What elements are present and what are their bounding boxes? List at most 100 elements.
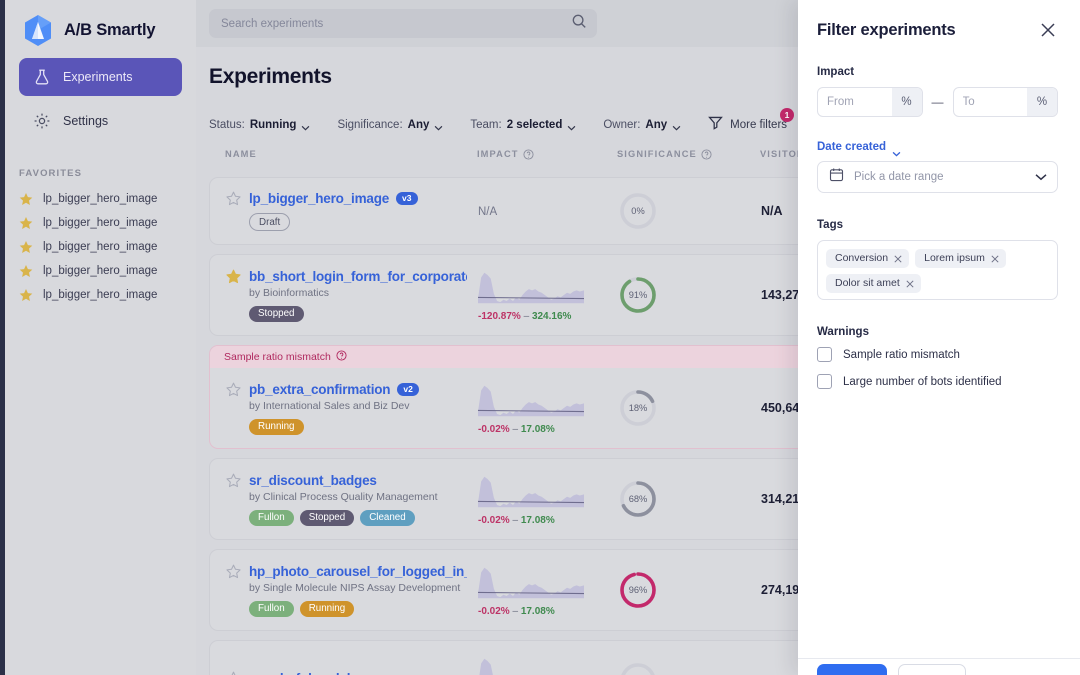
impact-upper: 17.08% [520,606,555,617]
date-range-picker[interactable]: Pick a date range [817,161,1058,193]
filter-significance[interactable]: Significance: Any [337,119,443,131]
favorite-star-toggle[interactable] [226,564,241,584]
apply-filters-button[interactable] [817,664,887,675]
search-icon[interactable] [571,13,587,34]
impact-range: -0.02% – 17.08% [478,424,555,435]
experiment-name-link[interactable]: bb_short_login_form_for_corporate_us [249,269,467,284]
favorites-header: FAVORITES [19,168,83,179]
favorite-star-toggle[interactable] [226,191,241,211]
app-root: A/B Smartly Experiments Settings FAVORIT… [0,0,1080,675]
significance-donut: 96% [618,570,658,610]
impact-upper: 324.16% [531,311,572,322]
brand: A/B Smartly [5,0,196,46]
favorite-item[interactable]: lp_bigger_hero_image [5,259,196,283]
filter-panel-header: Filter experiments [817,20,1058,40]
checkbox-icon[interactable] [817,347,832,362]
filter-status[interactable]: Status: Running [209,119,310,131]
favorite-star-toggle[interactable] [226,473,241,493]
tag-chip[interactable]: Lorem ipsum [915,249,1006,268]
status-badges: Fullon Stopped Cleaned [249,509,438,526]
date-created-toggle[interactable]: Date created [817,141,1058,157]
significance-cell [618,661,761,675]
experiment-name-cell: wonderful_red_banner [210,671,478,675]
sidebar-item-experiments[interactable]: Experiments [19,58,182,96]
version-badge: v2 [397,382,419,396]
status-badge: Stopped [249,305,304,322]
status-badge: Running [249,418,304,435]
close-icon[interactable] [1038,20,1058,40]
more-filters-button[interactable]: More filters 1 [708,108,795,135]
filter-status-prefix: Status: [209,119,245,131]
impact-value: N/A [478,206,498,218]
help-icon[interactable] [701,148,712,160]
checkbox-icon[interactable] [817,374,832,389]
tags-section-label: Tags [817,219,843,231]
experiment-name-link[interactable]: sr_discount_badges [249,473,377,488]
close-icon[interactable] [906,279,914,288]
close-icon[interactable] [894,254,902,263]
filter-panel-footer [798,658,1080,675]
help-icon[interactable] [336,350,347,364]
favorite-item-label: lp_bigger_hero_image [43,265,158,277]
favorite-item[interactable]: lp_bigger_hero_image [5,211,196,235]
experiment-name-link[interactable]: lp_bigger_hero_image [249,191,389,206]
chevron-down-icon [892,144,901,157]
impact-cell: N/A [478,202,618,220]
search-input[interactable] [221,17,571,30]
experiment-name-link[interactable]: wonderful_red_banner [249,671,391,675]
filter-owner[interactable]: Owner: Any [603,119,681,131]
warning-checkbox-sample-ratio-mismatch[interactable]: Sample ratio mismatch [817,347,1058,362]
significance-value: 68% [628,494,648,504]
gear-icon [33,112,51,130]
favorite-item[interactable]: lp_bigger_hero_image [5,235,196,259]
ab-logo-icon [23,14,53,47]
visitors-value: N/A [761,204,783,218]
experiment-title-row: wonderful_red_banner [249,671,391,675]
tags-input-box[interactable]: Conversion Lorem ipsum Dolor sit amet [817,240,1058,300]
filter-owner-value: Any [645,119,668,131]
favorite-item[interactable]: lp_bigger_hero_image [5,187,196,211]
cancel-filters-button[interactable] [898,664,966,675]
chevron-down-icon [434,122,443,131]
experiment-title-row: pb_extra_confirmation v2 [249,382,419,397]
more-filters-badge: 1 [780,108,795,122]
help-icon[interactable] [523,148,534,160]
experiment-name-link[interactable]: pb_extra_confirmation [249,382,390,397]
impact-to-unit: % [1027,88,1057,116]
filter-team[interactable]: Team: 2 selected [470,119,576,131]
favorite-star-toggle[interactable] [226,269,241,289]
experiment-name-link[interactable]: hp_photo_carousel_for_logged_in_use [249,564,467,579]
warning-label: Sample ratio mismatch [843,348,960,361]
impact-lower: -0.02% [478,424,510,435]
favorite-item-label: lp_bigger_hero_image [43,289,158,301]
column-significance-label: SIGNIFICANCE [617,149,697,159]
impact-lower: -0.02% [478,606,510,617]
impact-from-input[interactable] [818,88,892,116]
impact-from-group[interactable]: % [817,87,923,117]
search-box[interactable] [209,9,597,38]
favorite-star-toggle[interactable] [226,671,241,675]
date-created-label: Date created [817,141,887,153]
filter-significance-prefix: Significance: [337,119,403,131]
experiment-owner: by Bioinformatics [249,286,329,299]
impact-to-group[interactable]: % [952,87,1058,117]
experiment-name-cell: hp_photo_carousel_for_logged_in_useby Si… [210,564,478,617]
date-range-placeholder: Pick a date range [854,171,944,183]
significance-cell: 91% [618,275,761,315]
significance-value [618,661,658,675]
sidebar-item-settings[interactable]: Settings [19,102,182,140]
warning-checkbox-large-number-of-bots[interactable]: Large number of bots identified [817,374,1058,389]
tag-chip[interactable]: Dolor sit amet [826,274,921,293]
impact-lower: -120.87% [478,311,521,322]
experiment-owner: by Clinical Process Quality Management [249,490,438,503]
close-icon[interactable] [991,254,999,263]
filter-owner-prefix: Owner: [603,119,641,131]
status-badge: Stopped [299,509,355,526]
tag-chip[interactable]: Conversion [826,249,910,268]
favorite-star-toggle[interactable] [226,382,241,402]
significance-value: 18% [628,403,648,413]
calendar-icon [829,167,844,187]
funnel-icon [708,115,724,135]
favorite-item[interactable]: lp_bigger_hero_image [5,283,196,307]
impact-to-input[interactable] [953,88,1027,116]
